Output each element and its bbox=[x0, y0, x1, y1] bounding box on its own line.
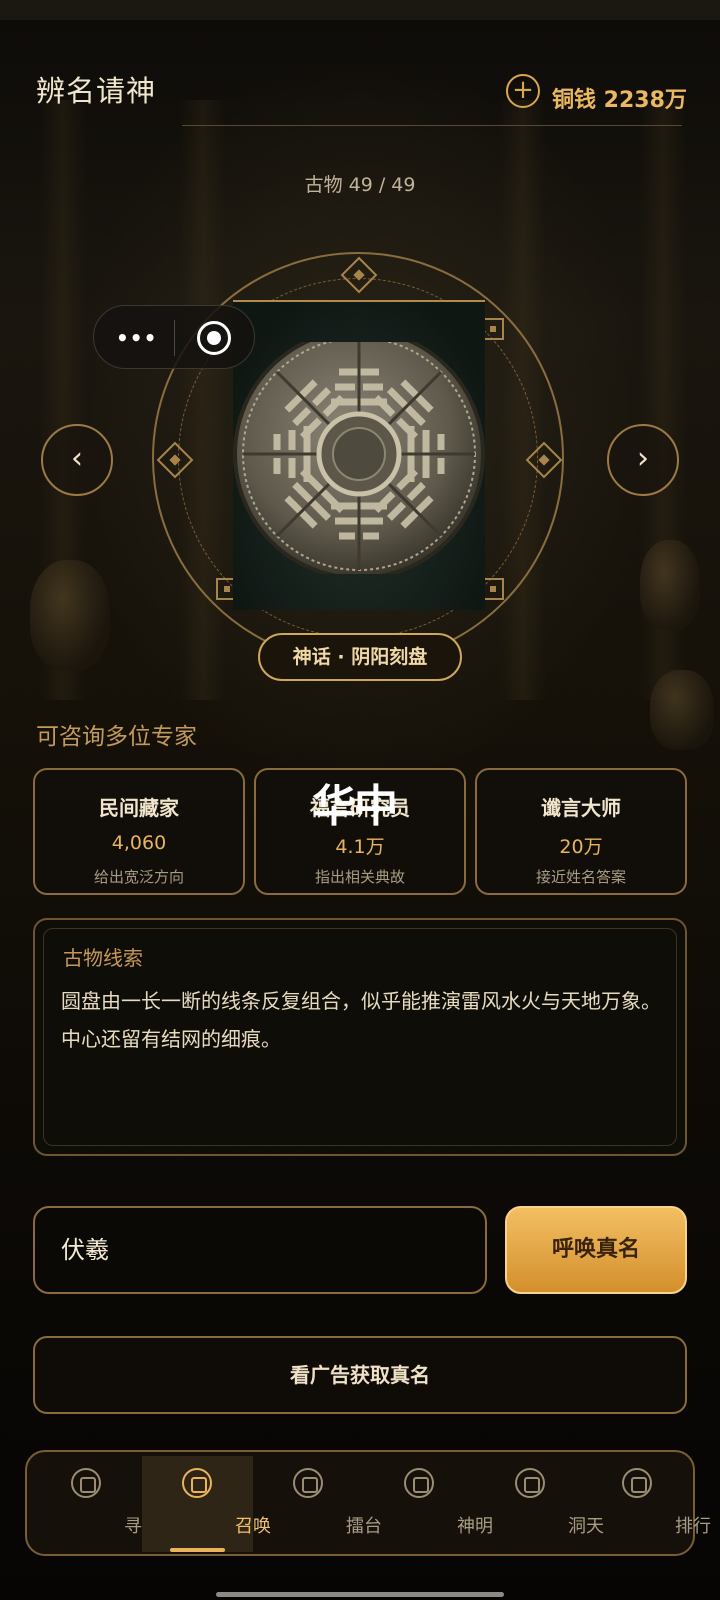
artifact-counter: 古物 49 / 49 bbox=[304, 174, 416, 196]
expert-card-collector[interactable]: 民间藏家 4,060 给出宽泛方向 bbox=[33, 768, 245, 895]
next-artifact-button[interactable]: › bbox=[607, 424, 679, 496]
tab-summon[interactable]: 召唤 bbox=[142, 1456, 271, 1552]
expert-description: 接近姓名答案 bbox=[535, 868, 626, 886]
bottom-tab-bar: 寻宝 召唤 擂台 神明 洞天 排行 bbox=[25, 1450, 711, 1556]
capsule-divider bbox=[174, 320, 175, 356]
page-title: 辨名请神 bbox=[36, 74, 157, 108]
clue-title: 古物线索 bbox=[63, 946, 143, 970]
mini-program-capsule: ••• bbox=[93, 305, 255, 369]
previous-artifact-button[interactable]: ‹ bbox=[41, 424, 113, 496]
home-indicator[interactable] bbox=[216, 1592, 504, 1597]
cave-icon bbox=[515, 1468, 545, 1498]
expert-cost: 4,060 bbox=[111, 832, 167, 854]
header-divider bbox=[182, 125, 682, 126]
artifact-clue-panel: 古物线索 圆盘由一长一断的线条反复组合，似乎能推演雷风水火与天地万象。中心还留有… bbox=[33, 918, 687, 1156]
tab-deity[interactable]: 神明 bbox=[364, 1456, 493, 1552]
tab-treasure[interactable]: 寻宝 bbox=[31, 1456, 160, 1552]
background-vase bbox=[650, 670, 714, 750]
tab-arena[interactable]: 擂台 bbox=[253, 1456, 382, 1552]
ranking-icon bbox=[622, 1468, 652, 1498]
corner-ornament-icon bbox=[482, 578, 504, 600]
close-miniprogram-icon[interactable] bbox=[197, 321, 231, 355]
expert-description: 指出相关典故 bbox=[314, 868, 405, 886]
more-options-icon[interactable]: ••• bbox=[116, 326, 157, 350]
overlay-watermark-text: 华中 bbox=[312, 781, 398, 832]
expert-description: 给出宽泛方向 bbox=[93, 868, 184, 886]
tab-cave[interactable]: 洞天 bbox=[475, 1456, 604, 1552]
expert-card-master[interactable]: 谶言大师 20万 接近姓名答案 bbox=[475, 768, 687, 895]
expert-name: 民间藏家 bbox=[99, 796, 179, 820]
tab-ranking[interactable]: 排行 bbox=[582, 1456, 711, 1552]
artifact-name-badge: 神话 · 阴阳刻盘 bbox=[258, 633, 462, 681]
expert-cost: 4.1万 bbox=[335, 836, 385, 858]
status-bar bbox=[0, 0, 720, 20]
expert-cost: 20万 bbox=[559, 836, 603, 858]
plus-circle-icon[interactable]: + bbox=[506, 74, 540, 108]
arena-icon bbox=[293, 1468, 323, 1498]
bagua-disc-icon bbox=[233, 342, 485, 574]
currency-balance: 铜钱 2238万 bbox=[552, 88, 687, 113]
deity-icon bbox=[404, 1468, 434, 1498]
treasure-icon bbox=[71, 1468, 101, 1498]
watch-ad-for-name-button[interactable]: 看广告获取真名 bbox=[33, 1336, 687, 1414]
clue-text: 圆盘由一长一断的线条反复组合，似乎能推演雷风水火与天地万象。中心还留有结网的细痕… bbox=[61, 989, 661, 1051]
artifact-image bbox=[233, 300, 485, 610]
active-tab-indicator bbox=[170, 1548, 225, 1552]
corner-ornament-icon bbox=[482, 318, 504, 340]
summon-true-name-button[interactable]: 呼唤真名 bbox=[505, 1206, 687, 1294]
background-vase bbox=[640, 540, 700, 630]
background-vase bbox=[30, 560, 110, 670]
expert-name: 谶言大师 bbox=[541, 796, 621, 820]
name-answer-input[interactable]: 伏羲 bbox=[33, 1206, 487, 1294]
summon-icon bbox=[182, 1468, 212, 1498]
experts-heading: 可咨询多位专家 bbox=[36, 724, 197, 750]
tab-label: 排行 bbox=[675, 1516, 711, 1537]
